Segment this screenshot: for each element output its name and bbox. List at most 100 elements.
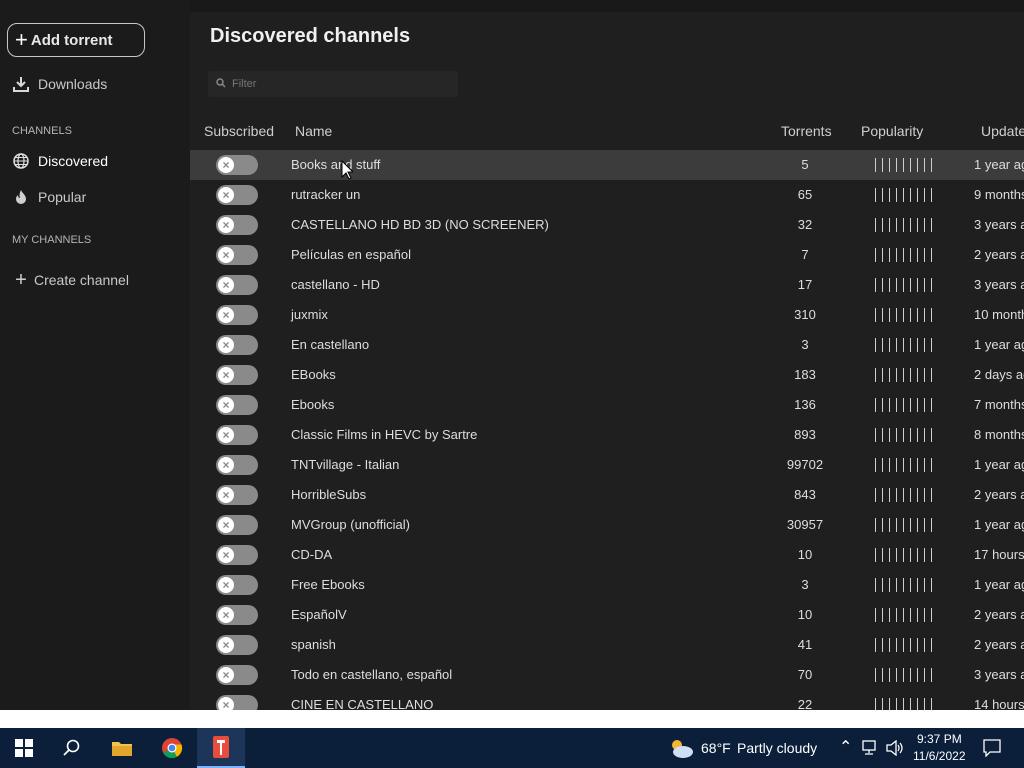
filter-box[interactable] [208,71,458,97]
updated-time: 1 year ago [974,457,1024,472]
tribler-taskbar-button[interactable] [197,728,245,768]
channel-name: TNTvillage - Italian [291,457,400,472]
popularity-bars [875,548,932,562]
subscribe-toggle[interactable]: × [216,185,258,205]
subscribe-toggle[interactable]: × [216,545,258,565]
show-hidden-icons-chevron-up-icon[interactable]: ⌃ [839,737,852,757]
close-icon: × [218,307,234,323]
torrent-count: 32 [797,217,813,232]
table-row[interactable]: × rutracker un 65 9 months ago [190,180,1024,210]
subscribe-toggle[interactable]: × [216,305,258,325]
popularity-bars [875,248,932,262]
table-row[interactable]: × Books and stuff 5 1 year ago [190,150,1024,180]
page-title: Discovered channels [210,25,411,47]
windows-logo-icon [15,739,33,757]
subscribe-toggle[interactable]: × [216,575,258,595]
sidebar-item-label: Downloads [38,76,108,92]
updated-time: 1 year ago [974,157,1024,172]
sidebar-item-discovered[interactable]: Discovered [12,152,108,170]
start-button[interactable] [0,728,48,768]
subscribe-toggle[interactable]: × [216,275,258,295]
torrent-count: 10 [797,607,813,622]
subscribe-toggle[interactable]: × [216,455,258,475]
torrent-count: 7 [801,247,809,262]
popularity-bars [875,368,932,382]
table-row[interactable]: × CINE EN CASTELLANO 22 14 hours ago [190,690,1024,710]
subscribe-toggle[interactable]: × [216,515,258,535]
torrent-count: 30957 [786,517,824,532]
table-row[interactable]: × En castellano 3 1 year ago [190,330,1024,360]
channel-name: CINE EN CASTELLANO [291,697,434,710]
close-icon: × [218,547,234,563]
table-row[interactable]: × Classic Films in HEVC by Sartre 893 8 mon… [190,420,1024,450]
popularity-bars [875,638,932,652]
table-row[interactable]: × CASTELLANO HD BD 3D (NO SCREENER) 32 3 ye… [190,210,1024,240]
table-row[interactable]: × Todo en castellano, español 70 3 years ag… [190,660,1024,690]
subscribe-toggle[interactable]: × [216,335,258,355]
subscribe-toggle[interactable]: × [216,155,258,175]
subscribe-toggle[interactable]: × [216,215,258,235]
search-button[interactable] [48,728,96,768]
popularity-bars [875,578,932,592]
table-row[interactable]: × HorribleSubs 843 2 years ago [190,480,1024,510]
file-explorer-button[interactable] [98,728,146,768]
column-header-popularity[interactable]: Popularity [861,123,923,139]
table-row[interactable]: × Free Ebooks 3 1 year ago [190,570,1024,600]
table-row[interactable]: × juxmix 310 10 months ago [190,300,1024,330]
column-header-updated[interactable]: Updated [981,123,1024,139]
table-row[interactable]: × EBooks 183 2 days ago [190,360,1024,390]
torrent-count: 136 [794,397,816,412]
updated-time: 1 year ago [974,517,1024,532]
channel-name: Ebooks [291,397,335,412]
close-icon: × [218,187,234,203]
sidebar-item-downloads[interactable]: Downloads [12,75,107,93]
clock-time[interactable]: 9:37 PM [917,732,962,746]
popularity-bars [875,488,932,502]
weather-temp[interactable]: 68°F [701,740,731,756]
subscribe-toggle[interactable]: × [216,605,258,625]
chrome-button[interactable] [148,728,196,768]
subscribe-toggle[interactable]: × [216,665,258,685]
subscribe-toggle[interactable]: × [216,425,258,445]
table-row[interactable]: × MVGroup (unofficial) 30957 1 year ago [190,510,1024,540]
subscribe-toggle[interactable]: × [216,395,258,415]
create-channel-button[interactable]: + Create channel [12,269,129,291]
table-row[interactable]: × Películas en español 7 2 years ago [190,240,1024,270]
column-header-name[interactable]: Name [295,123,332,139]
download-icon [12,75,30,93]
updated-time: 1 year ago [974,337,1024,352]
table-row[interactable]: × EspañolV 10 2 years ago [190,600,1024,630]
table-row[interactable]: × Ebooks 136 7 months ago [190,390,1024,420]
sidebar-item-label: Popular [38,189,87,205]
updated-time: 7 months ago [974,397,1024,412]
table-row[interactable]: × CD-DA 10 17 hours ago [190,540,1024,570]
column-header-torrents[interactable]: Torrents [781,123,832,139]
popularity-bars [875,458,932,472]
torrent-count: 3 [801,577,809,592]
add-torrent-button[interactable]: + Add torrent [7,23,145,57]
subscribe-toggle[interactable]: × [216,485,258,505]
network-icon[interactable] [862,740,880,756]
sidebar-item-popular[interactable]: Popular [12,188,86,206]
channel-name: Classic Films in HEVC by Sartre [291,427,478,442]
subscribe-toggle[interactable]: × [216,695,258,710]
subscribe-toggle[interactable]: × [216,635,258,655]
updated-time: 3 years ago [974,667,1024,682]
table-row[interactable]: × TNTvillage - Italian 99702 1 year ago [190,450,1024,480]
popularity-bars [875,278,932,292]
clock-date[interactable]: 11/6/2022 [913,749,966,763]
filter-input[interactable] [230,77,434,91]
updated-time: 1 year ago [974,577,1024,592]
popularity-bars [875,428,932,442]
volume-icon[interactable] [886,740,904,756]
weather-desc[interactable]: Partly cloudy [737,740,817,756]
subscribe-toggle[interactable]: × [216,365,258,385]
table-row[interactable]: × castellano - HD 17 3 years ago [190,270,1024,300]
table-row[interactable]: × spanish 41 2 years ago [190,630,1024,660]
close-icon: × [218,607,234,623]
notification-icon[interactable] [983,739,1001,757]
torrent-count: 893 [794,427,816,442]
popularity-bars [875,398,932,412]
subscribe-toggle[interactable]: × [216,245,258,265]
column-header-subscribed[interactable]: Subscribed [204,123,274,139]
